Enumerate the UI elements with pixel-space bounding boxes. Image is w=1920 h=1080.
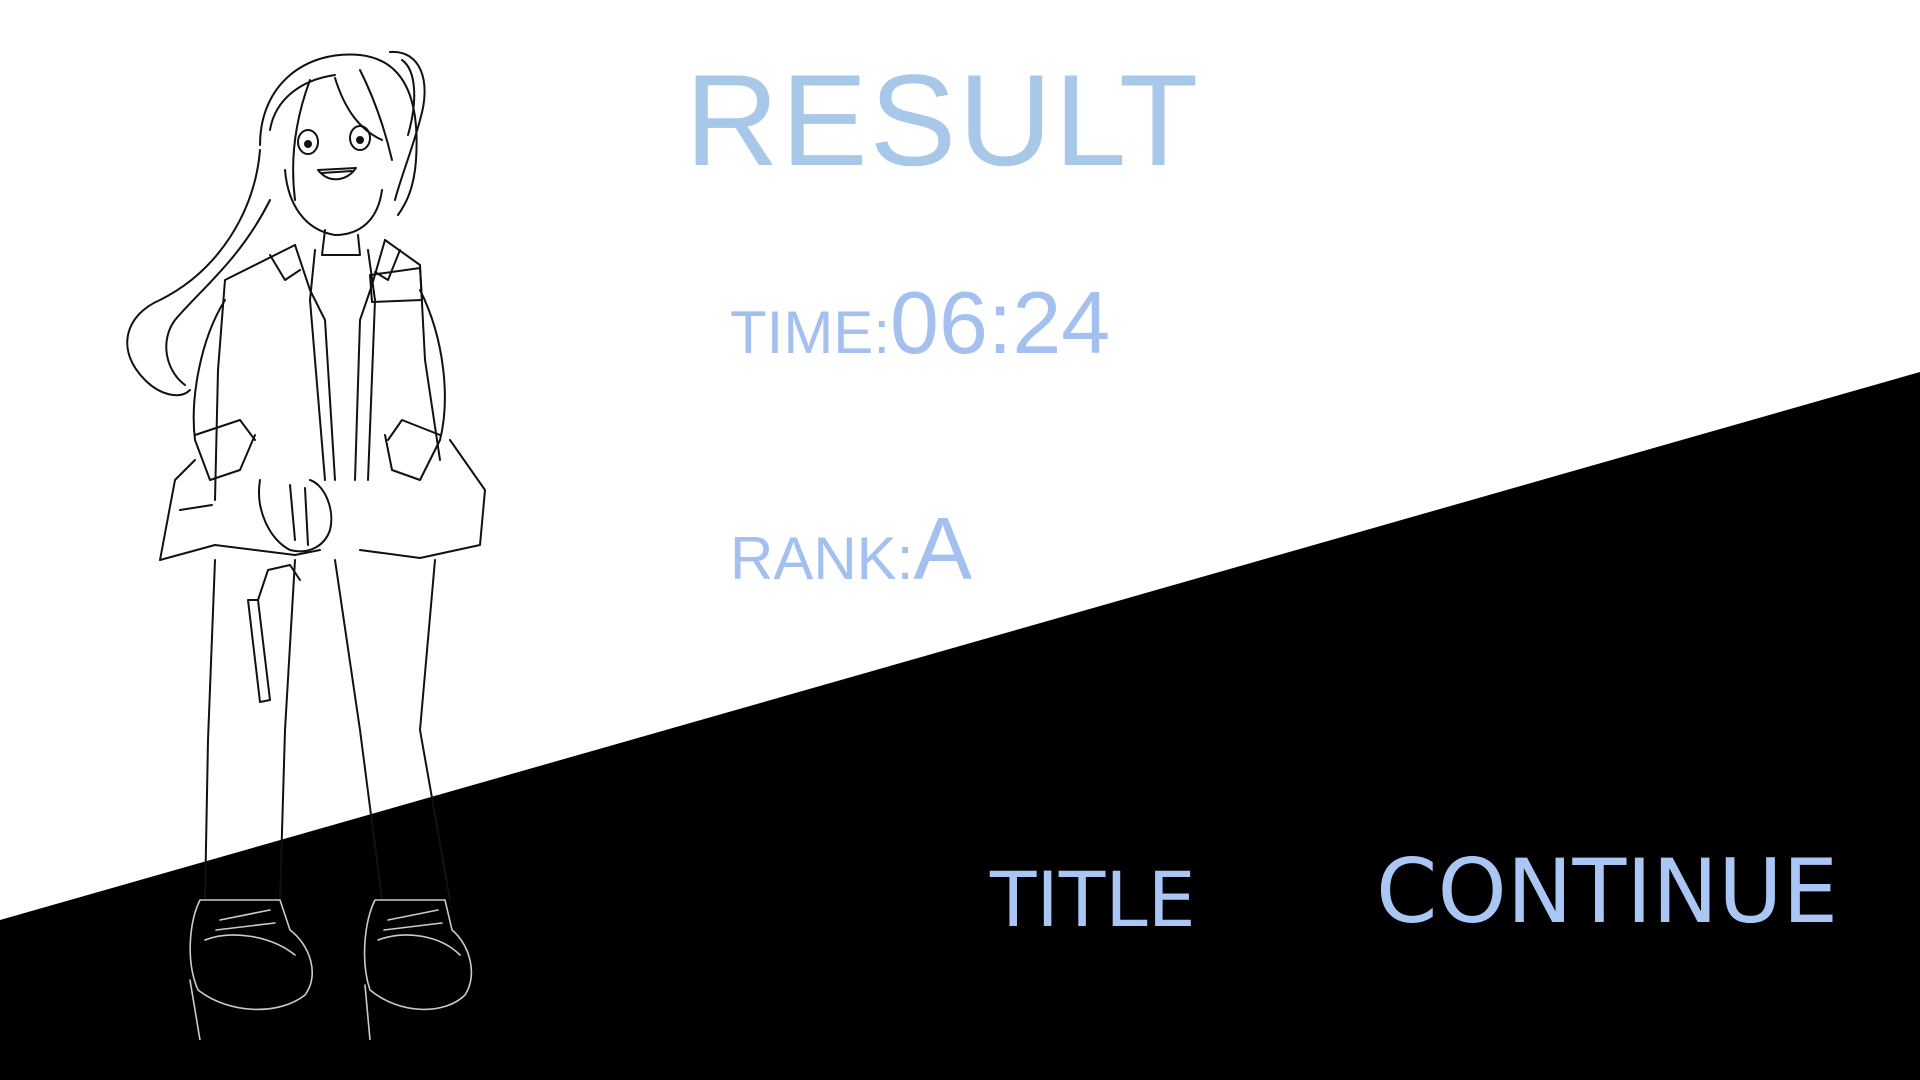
time-stat: TIME:06:24 [730,272,1110,374]
title-button[interactable]: TITLE [990,862,1196,938]
character-sketch-icon [126,50,486,1040]
rank-stat: RANK:A [730,498,972,600]
result-screen: RESULT TIME:06:24 RANK:A TITLE CONTINUE [0,0,1920,1080]
time-label: TIME: [730,299,890,366]
continue-button[interactable]: CONTINUE [1376,848,1838,936]
rank-label: RANK: [730,525,914,592]
rank-value: A [913,499,973,598]
result-heading: RESULT [685,47,1201,193]
time-value: 06:24 [890,273,1111,372]
